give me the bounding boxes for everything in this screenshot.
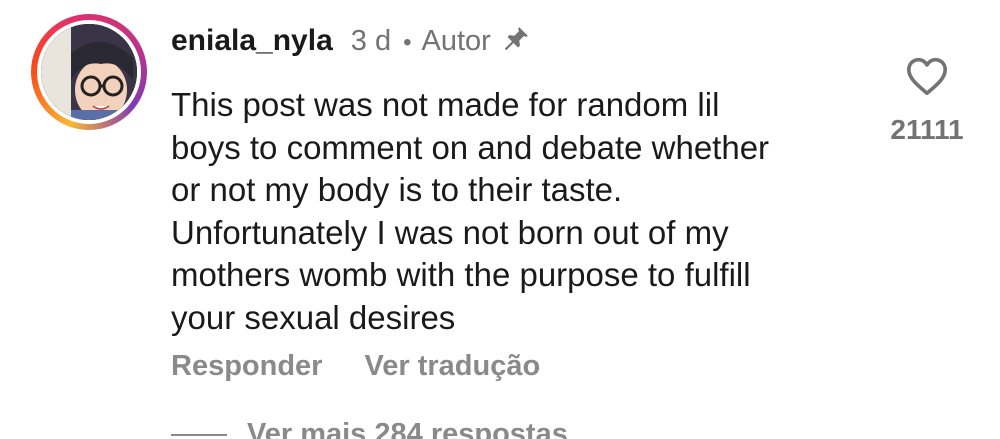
comment-text: This post was not made for random lil bo… [171, 86, 770, 336]
replies-divider [171, 433, 227, 436]
avatar-image [41, 24, 137, 120]
pin-icon [501, 24, 531, 54]
avatar-frame [37, 20, 141, 124]
heart-icon[interactable] [882, 56, 972, 96]
comment-item: eniala_nyla 3 d • Autor This post was no… [0, 0, 1000, 439]
like-control: 21111 [882, 56, 972, 146]
like-count: 21111 [890, 114, 964, 145]
author-badge: Autor [421, 25, 491, 57]
avatar-story-ring[interactable] [31, 14, 147, 130]
comment-header: eniala_nyla 3 d • Autor [171, 20, 531, 58]
comment-actions: Responder Ver tradução [171, 350, 582, 383]
view-replies-label[interactable]: Ver mais 284 respostas [247, 418, 568, 439]
view-replies-link[interactable]: Ver mais 284 respostas [171, 418, 568, 439]
avatar [41, 24, 137, 120]
username-link[interactable]: eniala_nyla [171, 24, 333, 58]
reply-button[interactable]: Responder [171, 350, 322, 383]
separator-dot: • [403, 29, 412, 56]
comment-timestamp: 3 d [350, 25, 392, 57]
translate-button[interactable]: Ver tradução [364, 350, 540, 383]
